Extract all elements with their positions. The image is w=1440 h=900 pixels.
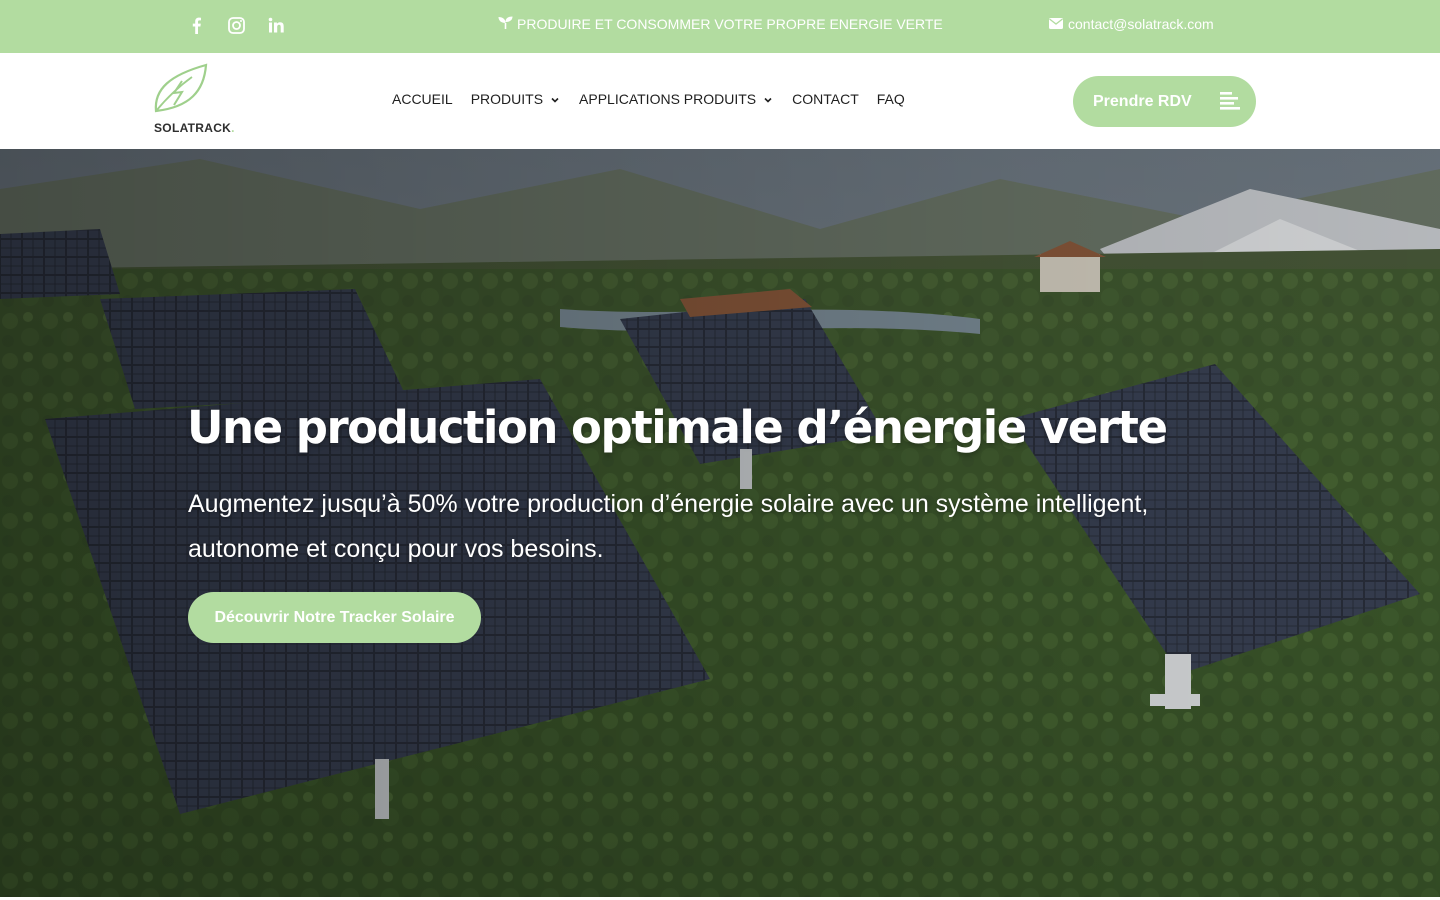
site-header: SOLATRACK. ACCUEIL PRODUITS APPLICATIONS…	[0, 53, 1440, 149]
nav-item-applications-produits[interactable]: APPLICATIONS PRODUITS	[579, 91, 774, 107]
envelope-icon	[1049, 16, 1063, 32]
prendre-rdv-label: Prendre RDV	[1093, 92, 1192, 110]
nav-label: FAQ	[876, 91, 905, 107]
tagline-text: PRODUIRE ET CONSOMMER VOTRE PROPRE ENERG…	[517, 16, 943, 32]
nav-label: APPLICATIONS PRODUITS	[579, 91, 757, 107]
hero-subtitle: Augmentez jusqu’à 50% votre production d…	[188, 490, 1149, 563]
menu-lines-icon	[1220, 92, 1240, 115]
contact-email[interactable]: contact@solatrack.com	[1049, 16, 1214, 32]
hero-section: Une production optimale d’énergie verte …	[0, 149, 1440, 897]
facebook-icon[interactable]	[189, 14, 203, 36]
nav-label: PRODUITS	[470, 91, 544, 107]
nav-item-contact[interactable]: CONTACT	[792, 91, 859, 107]
sprout-icon	[498, 16, 513, 32]
prendre-rdv-button[interactable]: Prendre RDV	[1073, 76, 1256, 127]
nav-item-accueil[interactable]: ACCUEIL	[392, 91, 453, 107]
logo-wordmark: SOLATRACK.	[154, 121, 235, 135]
hero-title: Une production optimale d’énergie verte	[187, 401, 1168, 454]
top-bar: PRODUIRE ET CONSOMMER VOTRE PROPRE ENERG…	[0, 0, 1440, 53]
decouvrir-tracker-label: Découvrir Notre Tracker Solaire	[214, 608, 455, 626]
tagline: PRODUIRE ET CONSOMMER VOTRE PROPRE ENERG…	[498, 16, 943, 32]
decouvrir-tracker-button[interactable]: Découvrir Notre Tracker Solaire	[188, 592, 481, 643]
nav-item-produits[interactable]: PRODUITS	[471, 91, 561, 107]
chevron-down-icon	[762, 93, 774, 105]
nav-item-faq[interactable]: FAQ	[877, 91, 905, 107]
main-nav: ACCUEIL PRODUITS APPLICATIONS PRODUITS C…	[392, 91, 905, 107]
email-text[interactable]: contact@solatrack.com	[1068, 16, 1214, 32]
linkedin-icon[interactable]	[268, 14, 284, 36]
instagram-icon[interactable]	[227, 14, 245, 36]
nav-label: CONTACT	[792, 91, 859, 107]
chevron-down-icon	[549, 93, 561, 105]
nav-label: ACCUEIL	[392, 91, 453, 107]
solatrack-logo[interactable]: SOLATRACK.	[152, 61, 262, 139]
